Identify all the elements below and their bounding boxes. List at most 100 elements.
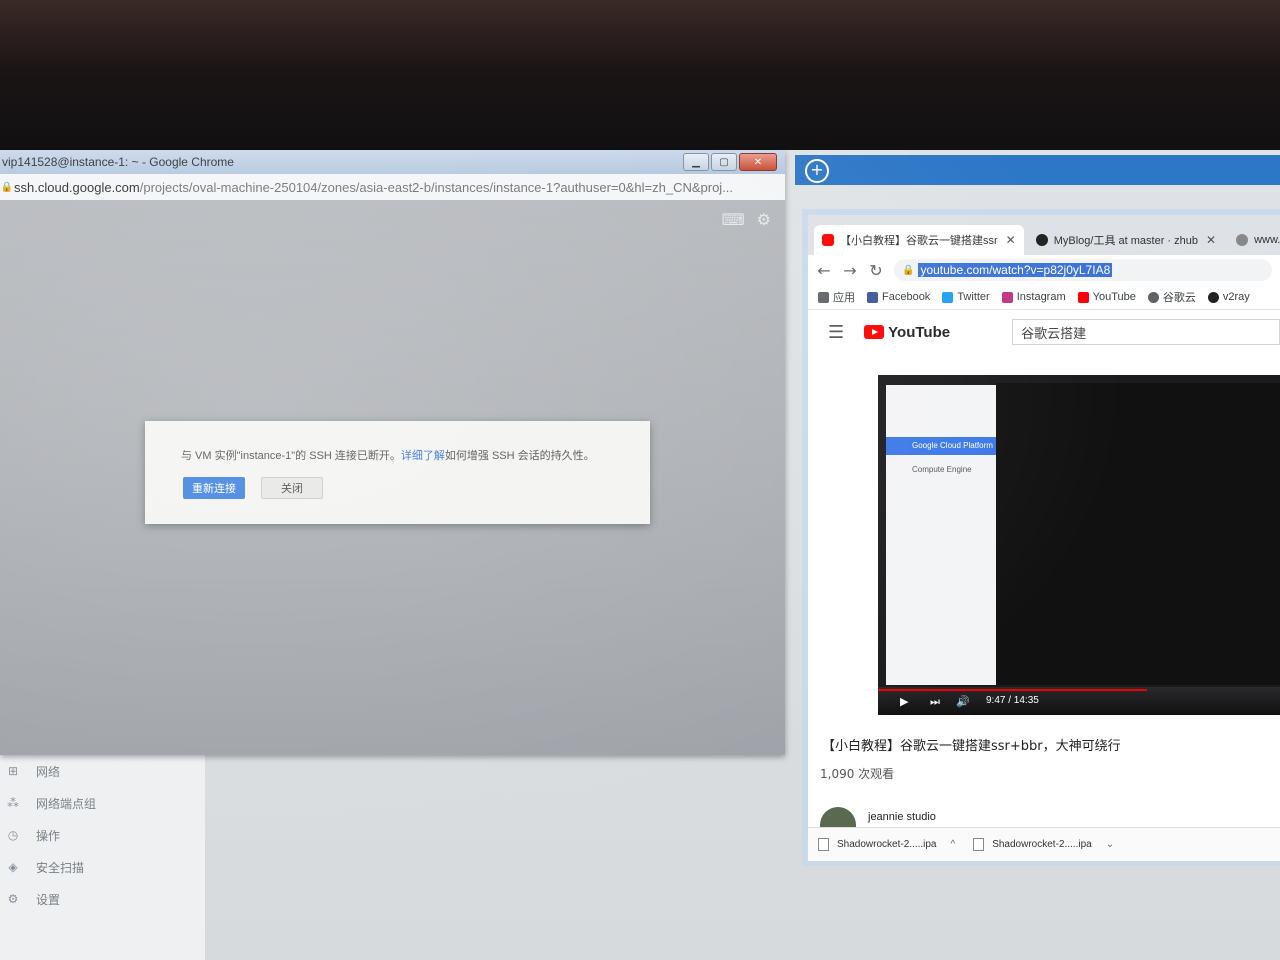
url-host: ssh.cloud.google.com xyxy=(14,179,140,195)
bookmark-label: Instagram xyxy=(1016,291,1066,303)
bookmark-label: Facebook xyxy=(882,291,931,303)
download-name: Shadowrocket-2.....ipa xyxy=(837,839,937,850)
file-icon xyxy=(973,838,985,851)
back-arrow-icon[interactable]: ← xyxy=(816,261,832,280)
reload-icon[interactable]: ↻ xyxy=(868,261,884,280)
bookmark-label: Twitter xyxy=(957,291,990,303)
video-controls: ▶ ⏭ 🔊 9:47 / 14:35 xyxy=(878,687,1280,715)
sidebar-item-label: 网络 xyxy=(36,764,61,779)
bookmark-youtube[interactable]: YouTube xyxy=(1077,291,1136,303)
channel-name[interactable]: jeannie studio xyxy=(868,811,936,823)
monitor-bezel xyxy=(0,0,1280,160)
window-controls: ▁ ▢ ✕ xyxy=(683,153,777,171)
bookmark-label: v2ray xyxy=(1222,291,1250,303)
sidebar-item-network-endpoint-groups[interactable]: ⁂ 网络端点组 xyxy=(0,787,205,819)
github-icon xyxy=(1035,234,1048,246)
bookmark-instagram[interactable]: Instagram xyxy=(1001,291,1066,303)
close-tab-icon[interactable]: ✕ xyxy=(1206,233,1216,247)
youtube-icon xyxy=(1077,291,1089,303)
chevron-up-icon[interactable]: ^ xyxy=(951,839,956,850)
omnibox-url: youtube.com/watch?v=p82j0yL7IA8 xyxy=(918,263,1113,277)
minimize-button[interactable]: ▁ xyxy=(683,153,709,171)
downloads-bar: Shadowrocket-2.....ipa ^ Shadowrocket-2.… xyxy=(808,827,1280,861)
bookmark-label: YouTube xyxy=(1092,291,1136,303)
window-titlebar[interactable]: vip141528@instance-1: ~ - Google Chrome … xyxy=(0,150,785,174)
ssh-toolbar: ⌨ ⚙ xyxy=(722,210,771,229)
facebook-icon xyxy=(867,291,878,303)
reconnect-button[interactable]: 重新连接 xyxy=(183,477,245,499)
tab-github[interactable]: MyBlog/工具 at master · zhub ✕ xyxy=(1028,225,1224,255)
dialog-message-pre: 与 VM 实例"instance-1"的 SSH 连接已断开。 xyxy=(181,450,401,462)
sidebar-item-label: 设置 xyxy=(36,892,61,907)
keyboard-icon[interactable]: ⌨ xyxy=(722,210,745,229)
sidebar-item-network[interactable]: ⊞ 网络 xyxy=(0,755,205,787)
channel-info[interactable]: jeannie studio xyxy=(820,807,936,827)
next-icon[interactable]: ⏭ xyxy=(930,695,940,709)
chevron-down-icon[interactable]: ⌄ xyxy=(1106,839,1114,850)
bookmark-google-cloud[interactable]: 谷歌云 xyxy=(1147,289,1196,305)
lock-icon: 🔒 xyxy=(902,264,915,276)
play-icon[interactable]: ▶ xyxy=(900,695,908,708)
nodes-icon: ⁂ xyxy=(7,796,19,810)
youtube-logo[interactable]: YouTube xyxy=(864,324,950,341)
download-item[interactable]: Shadowrocket-2.....ipa ⌄ xyxy=(973,838,1114,851)
tab-www[interactable]: www.you xyxy=(1228,225,1280,255)
address-bar[interactable]: 🔒 ssh.cloud.google.com/projects/oval-mac… xyxy=(0,174,785,201)
tab-label: www.you xyxy=(1254,234,1280,246)
instagram-icon xyxy=(1001,291,1013,303)
shield-icon: ◈ xyxy=(8,860,18,874)
video-gcp-panel: Google Cloud Platform Compute Engine xyxy=(886,385,996,685)
maximize-button[interactable]: ▢ xyxy=(711,153,737,171)
desktop-taskbar-strip: + xyxy=(795,155,1280,185)
dialog-message-post: 如何增强 SSH 会话的持久性。 xyxy=(444,450,595,462)
tab-label: 【小白教程】谷歌云一键搭建ssr xyxy=(840,235,998,247)
close-tab-icon[interactable]: ✕ xyxy=(1006,233,1016,247)
gcp-sidebar: ⊞ 网络 ⁂ 网络端点组 ◷ 操作 ◈ 安全扫描 ⚙ 设置 xyxy=(0,755,205,960)
gear-icon xyxy=(1147,291,1159,303)
bookmark-label: 谷歌云 xyxy=(1162,292,1196,304)
video-views: 1,090 次观看 xyxy=(820,767,895,781)
bookmark-twitter[interactable]: Twitter xyxy=(942,291,990,303)
omnibox[interactable]: 🔒 youtube.com/watch?v=p82j0yL7IA8 xyxy=(894,259,1272,281)
lock-icon: 🔒 xyxy=(0,181,14,193)
search-input[interactable]: 谷歌云搭建 xyxy=(1012,319,1280,345)
bookmark-facebook[interactable]: Facebook xyxy=(867,291,930,303)
add-icon[interactable]: + xyxy=(805,159,829,183)
youtube-icon xyxy=(822,234,834,246)
bookmark-v2ray[interactable]: v2ray xyxy=(1207,291,1250,303)
url-path: /projects/oval-machine-250104/zones/asia… xyxy=(139,179,734,195)
download-name: Shadowrocket-2.....ipa xyxy=(992,839,1092,850)
video-progress-bar[interactable] xyxy=(878,689,1148,691)
learn-more-link[interactable]: 详细了解 xyxy=(401,450,445,462)
tab-youtube-video[interactable]: 【小白教程】谷歌云一键搭建ssr ✕ xyxy=(814,225,1024,255)
grid-icon: ⊞ xyxy=(7,764,19,778)
youtube-header: ☰ YouTube 谷歌云搭建 xyxy=(808,310,1280,354)
sidebar-item-label: 操作 xyxy=(36,828,61,843)
volume-icon[interactable]: 🔊 xyxy=(956,695,970,708)
sidebar-item-security-scan[interactable]: ◈ 安全扫描 xyxy=(0,851,205,883)
ssh-disconnect-dialog: 与 VM 实例"instance-1"的 SSH 连接已断开。详细了解如何增强 … xyxy=(145,421,650,524)
video-player[interactable]: Google Cloud Platform Compute Engine ▶ ⏭… xyxy=(878,375,1280,715)
bookmark-apps[interactable]: 应用 xyxy=(818,289,855,305)
download-item[interactable]: Shadowrocket-2.....ipa ^ xyxy=(818,838,955,851)
tab-strip: 【小白教程】谷歌云一键搭建ssr ✕ MyBlog/工具 at master ·… xyxy=(808,215,1280,255)
clock-icon: ◷ xyxy=(7,828,19,842)
gear-icon: ⚙ xyxy=(7,892,19,906)
bookmark-label: 应用 xyxy=(833,292,855,304)
youtube-browser-window: 【小白教程】谷歌云一键搭建ssr ✕ MyBlog/工具 at master ·… xyxy=(808,215,1280,861)
forward-arrow-icon[interactable]: → xyxy=(842,261,858,280)
sidebar-item-operations[interactable]: ◷ 操作 xyxy=(0,819,205,851)
gear-icon[interactable]: ⚙ xyxy=(757,210,771,229)
close-dialog-button[interactable]: 关闭 xyxy=(261,477,323,499)
sidebar-item-settings[interactable]: ⚙ 设置 xyxy=(0,883,205,915)
menu-icon[interactable]: ☰ xyxy=(828,322,844,343)
video-terminal xyxy=(996,383,1280,685)
globe-icon xyxy=(1236,234,1249,246)
search-input-value: 谷歌云搭建 xyxy=(1021,326,1087,342)
video-gcp-header: Google Cloud Platform xyxy=(886,437,996,455)
address-url: ssh.cloud.google.com/projects/oval-machi… xyxy=(14,180,733,195)
video-title: 【小白教程】谷歌云一键搭建ssr+bbr，大神可绕行 xyxy=(822,739,1121,754)
close-button[interactable]: ✕ xyxy=(739,153,777,171)
youtube-wordmark: YouTube xyxy=(888,323,951,341)
avatar[interactable] xyxy=(820,807,856,827)
